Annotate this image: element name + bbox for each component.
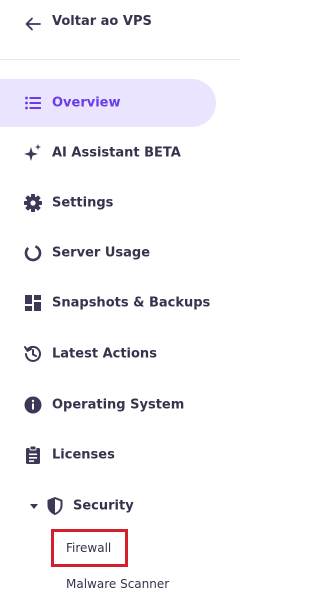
sidebar-item-licenses[interactable]: Licenses — [0, 431, 240, 479]
sidebar-item-snapshots[interactable]: Snapshots & Backups — [0, 279, 240, 327]
back-to-vps-label: Voltar ao VPS — [52, 14, 152, 29]
sidebar-item-label: Latest Actions — [52, 346, 157, 362]
usage-ring-icon — [24, 244, 42, 262]
caret-down-icon — [30, 504, 38, 509]
sidebar-item-settings[interactable]: Settings — [0, 179, 240, 227]
sidebar-item-latest-actions[interactable]: Latest Actions — [0, 330, 240, 378]
sidebar-item-label: AI Assistant BETA — [52, 145, 181, 161]
sidebar-item-label: Snapshots & Backups — [52, 295, 211, 311]
history-icon — [24, 345, 41, 362]
sidebar-item-ai-assistant[interactable]: AI Assistant BETA — [0, 129, 240, 177]
info-icon — [24, 396, 42, 414]
sidebar-item-label: Settings — [52, 195, 114, 211]
sidebar-subitem-malware-scanner[interactable]: Malware Scanner — [66, 577, 169, 591]
sidebar-item-security[interactable]: Security — [0, 482, 240, 530]
sidebar-item-overview[interactable]: Overview — [0, 79, 216, 127]
sidebar-item-server-usage[interactable]: Server Usage — [0, 229, 240, 277]
vps-sidebar: Voltar ao VPS Overview AI Assistant BETA — [0, 0, 240, 604]
sidebar-item-label: Security — [73, 498, 134, 514]
clipboard-icon — [26, 445, 40, 464]
sparkle-icon — [24, 144, 41, 161]
sidebar-item-operating-system[interactable]: Operating System — [0, 381, 240, 429]
gear-icon — [24, 194, 42, 212]
back-to-vps-link[interactable]: Voltar ao VPS — [0, 0, 240, 46]
shield-icon — [47, 497, 63, 515]
sidebar-subitem-firewall[interactable]: Firewall — [66, 541, 111, 555]
arrow-left-icon — [25, 17, 41, 31]
divider — [0, 59, 240, 60]
sidebar-item-label: Licenses — [52, 447, 115, 463]
list-icon — [25, 96, 41, 110]
sidebar-item-label: Overview — [52, 95, 121, 111]
sidebar-item-label: Server Usage — [52, 245, 151, 261]
sidebar-item-label: Operating System — [52, 397, 185, 413]
snapshots-icon — [25, 295, 41, 311]
